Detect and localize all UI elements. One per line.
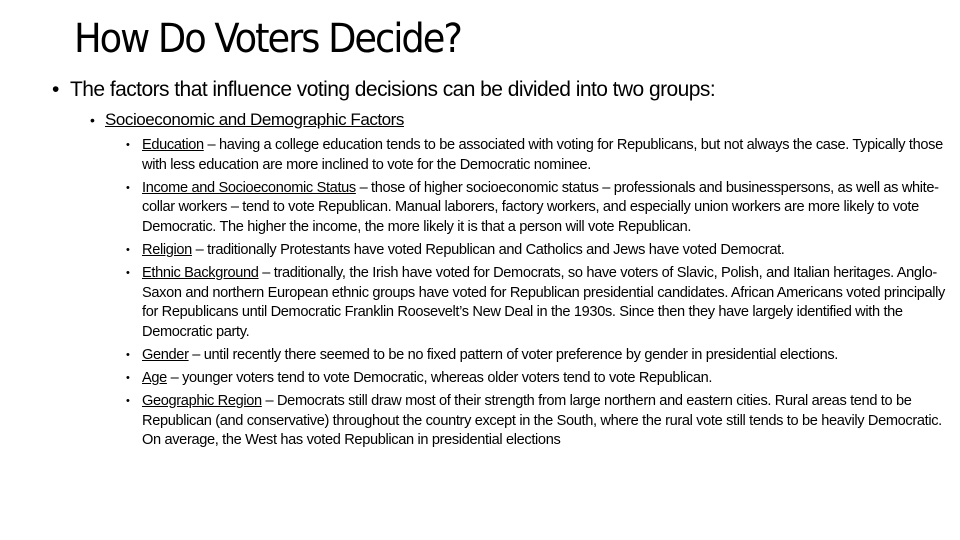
bullet-level2-text: Socioeconomic and Demographic Factors xyxy=(105,110,404,129)
bullet-icon: • xyxy=(126,181,130,194)
bullet-icon: • xyxy=(52,78,59,101)
bullet-level1-text: The factors that influence voting decisi… xyxy=(70,78,716,101)
bullet-icon: • xyxy=(126,243,130,256)
bullet-icon: • xyxy=(126,348,130,361)
factor-item-gender: • Gender – until recently there seemed t… xyxy=(126,346,950,366)
factor-item-geographic-region: • Geographic Region – Democrats still dr… xyxy=(126,392,950,451)
factor-description: – traditionally, the Irish have voted fo… xyxy=(142,265,945,340)
bullet-icon: • xyxy=(126,267,130,280)
bullet-icon: • xyxy=(90,112,95,128)
factor-description: – Democrats still draw most of their str… xyxy=(142,393,942,449)
slide-title: How Do Voters Decide? xyxy=(74,16,463,62)
factor-description: – traditionally Protestants have voted R… xyxy=(191,241,785,258)
factor-term: Geographic Region xyxy=(142,393,262,410)
factor-item-religion: • Religion – traditionally Protestants h… xyxy=(126,241,950,261)
factor-term: Gender xyxy=(142,346,189,363)
bullet-icon: • xyxy=(126,139,130,151)
factor-description: – having a college education tends to be… xyxy=(142,137,943,173)
factor-description: – younger voters tend to vote Democratic… xyxy=(166,370,713,387)
factor-item-age: • Age – younger voters tend to vote Demo… xyxy=(126,369,950,389)
factor-list: • Education – having a college education… xyxy=(126,136,950,454)
bullet-icon: • xyxy=(126,372,130,385)
bullet-icon: • xyxy=(126,395,130,408)
factor-item-ethnic-background: • Ethnic Background – traditionally, the… xyxy=(126,264,950,342)
factor-description: – until recently there seemed to be no f… xyxy=(188,346,839,363)
factor-term: Age xyxy=(142,370,167,387)
factor-term: Religion xyxy=(142,241,192,258)
factor-item-income: • Income and Socioeconomic Status – thos… xyxy=(126,179,950,238)
factor-term: Ethnic Background xyxy=(142,265,259,282)
factor-term: Income and Socioeconomic Status xyxy=(142,179,356,196)
factor-term: Education xyxy=(142,137,204,153)
factor-item-education: • Education – having a college education… xyxy=(126,136,950,175)
